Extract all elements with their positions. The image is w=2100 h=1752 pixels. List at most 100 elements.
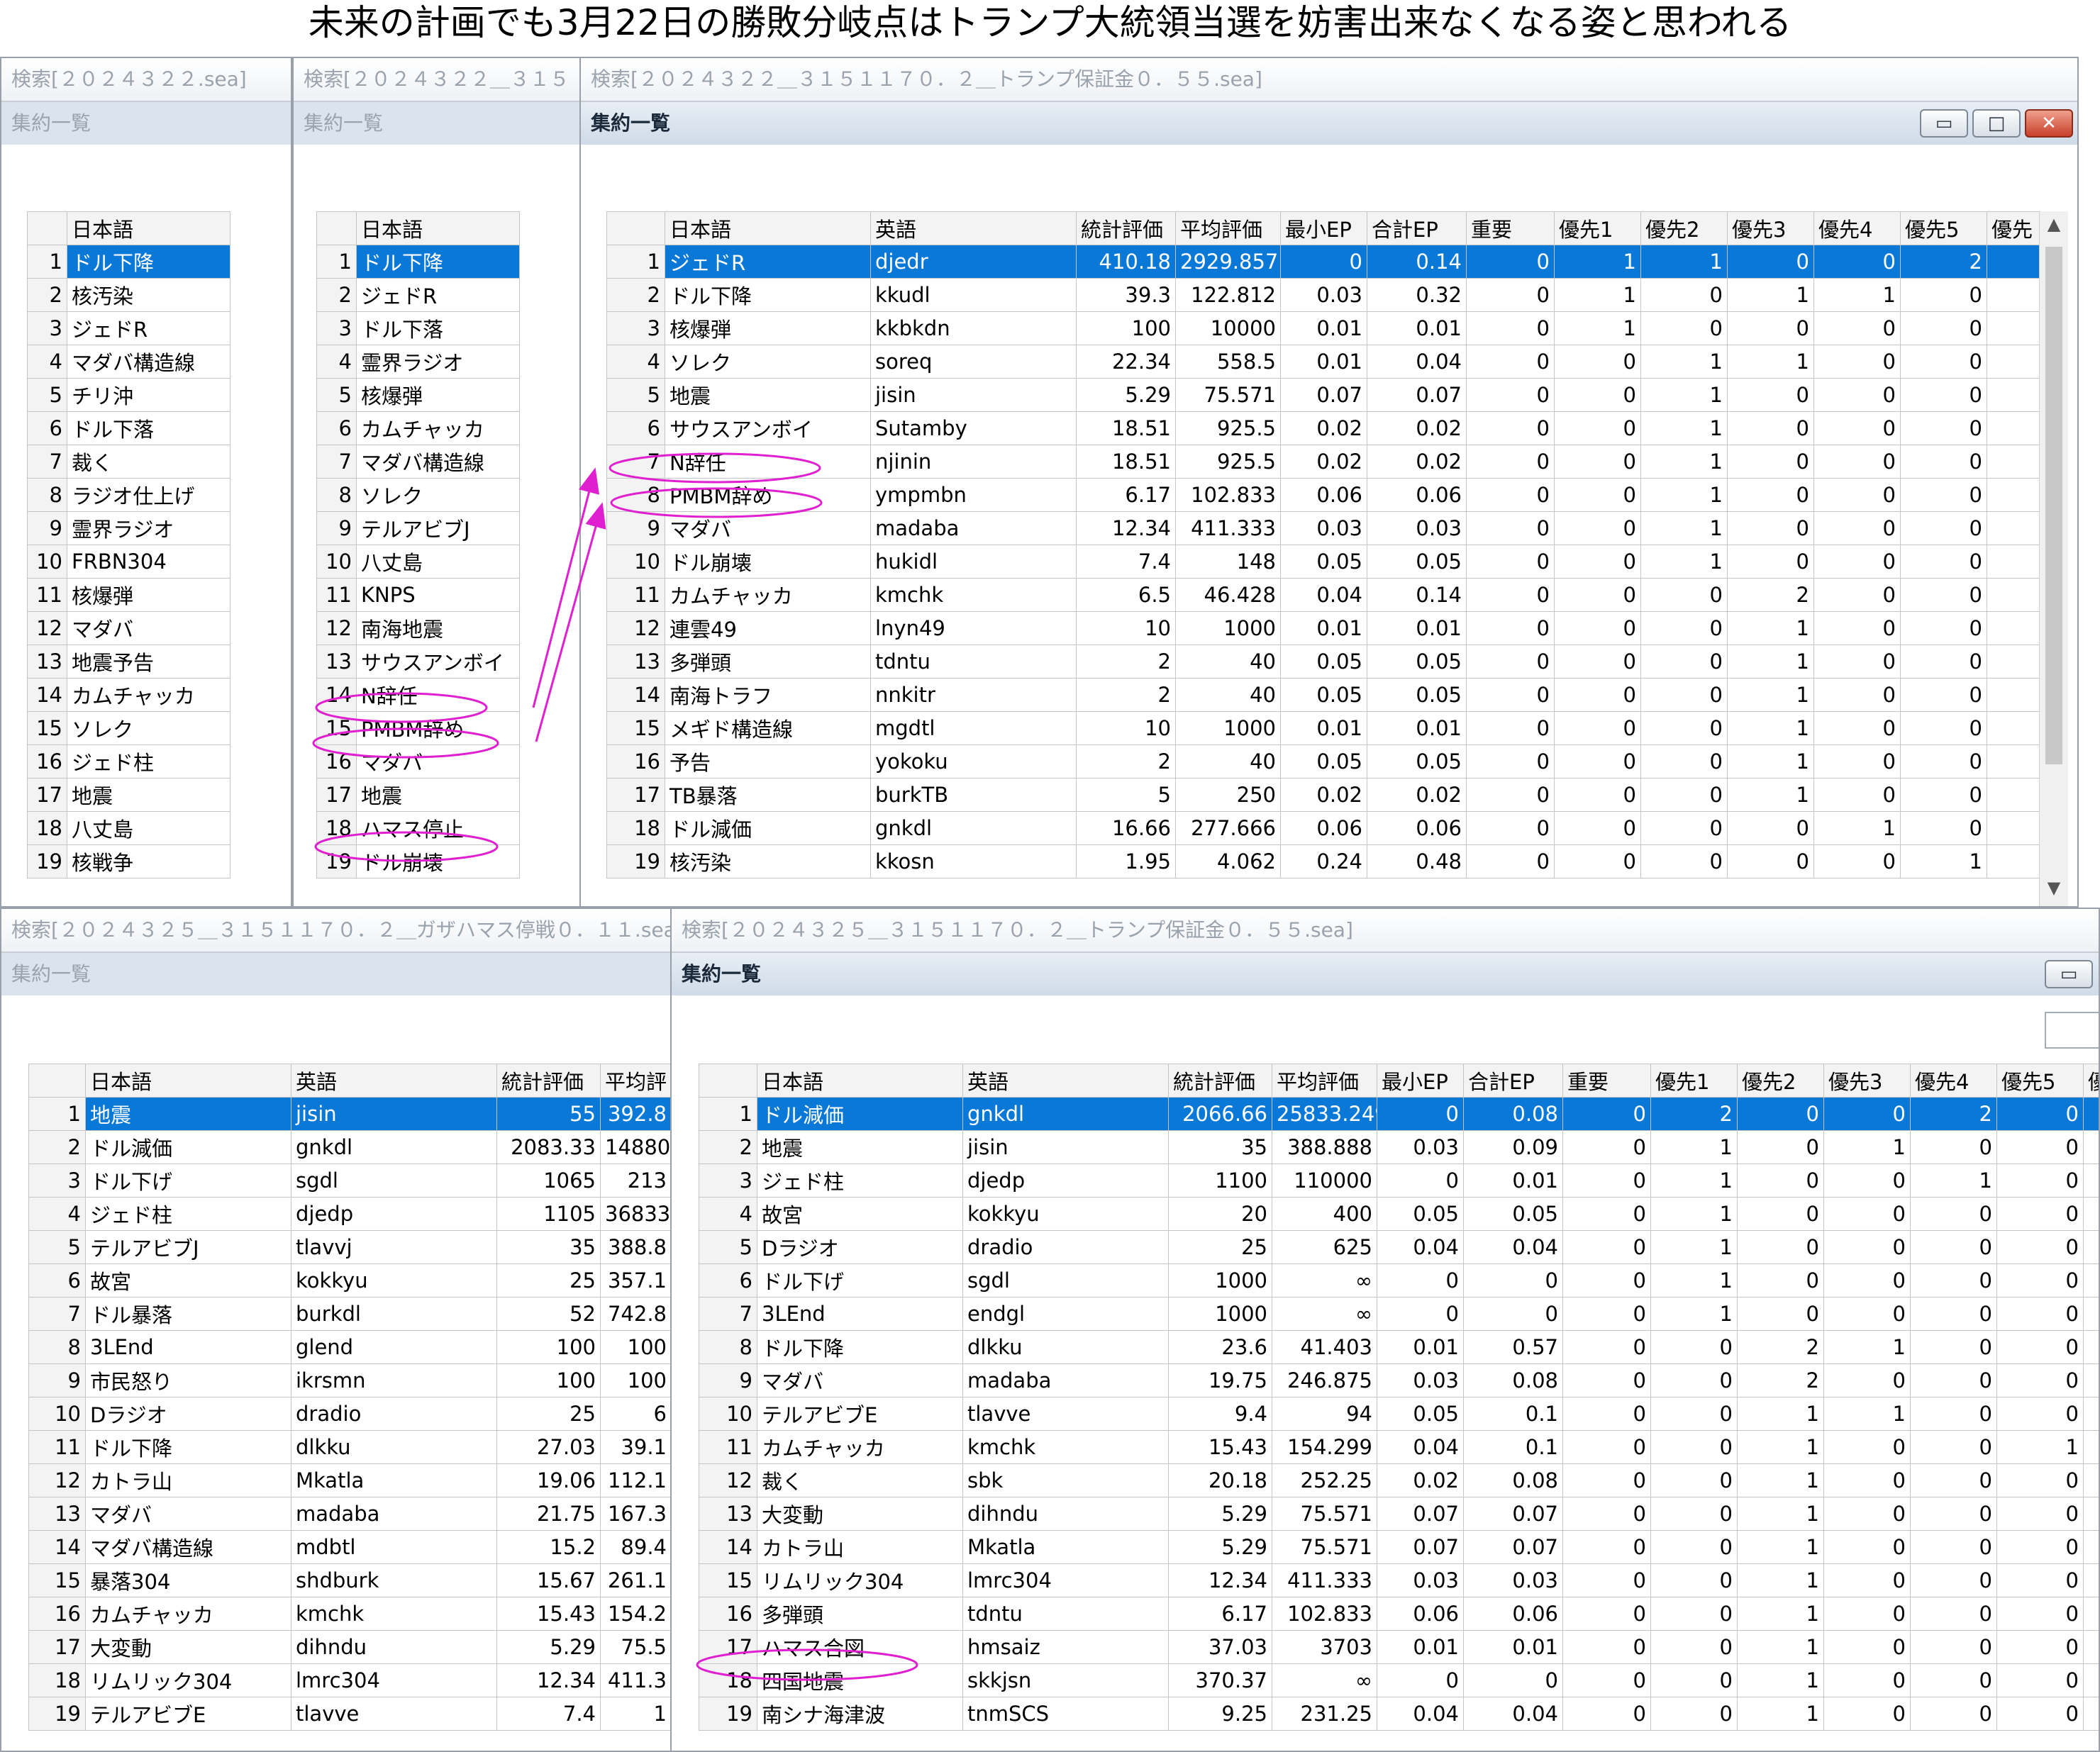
row-number-cell[interactable]: 16: [27, 744, 67, 779]
table-cell[interactable]: ympmbn: [870, 478, 1077, 512]
summary-table[interactable]: 日本語英語統計評価平均評価最小EP合計EP重要優先1優先2優先3優先4優先5優1…: [699, 1064, 2099, 1731]
table-cell[interactable]: 0: [1910, 1563, 1997, 1597]
table-cell[interactable]: 0: [1466, 445, 1555, 479]
search-window-1[interactable]: 検索[２０２４３２２.sea] 集約一覧 日本語 1 ドル下降 2 核汚染 3 ジェドR 4 マ…: [0, 57, 292, 908]
table-cell[interactable]: 0: [1996, 1497, 2084, 1531]
table-cell[interactable]: 核汚染: [67, 278, 230, 312]
table-cell[interactable]: 0: [1554, 678, 1641, 712]
row-number-cell[interactable]: 18: [699, 1663, 757, 1697]
column-header[interactable]: 合計EP: [1463, 1064, 1563, 1098]
table-cell[interactable]: 21.75: [496, 1497, 601, 1531]
table-cell[interactable]: [1987, 811, 2044, 845]
row-number-cell[interactable]: 4: [699, 1197, 757, 1231]
table-cell[interactable]: 0.03: [1463, 1563, 1563, 1597]
table-cell[interactable]: 1: [1727, 744, 1814, 779]
row-number-cell[interactable]: 16: [699, 1597, 757, 1631]
table-cell[interactable]: 多弾頭: [757, 1597, 963, 1631]
row-number-cell[interactable]: 11: [316, 578, 357, 612]
table-cell[interactable]: yokoku: [870, 744, 1077, 779]
table-row[interactable]: 4 ソレク soreq 22.34 558.5 0.01 0.04 0 0 1 1 0 0: [606, 345, 2044, 379]
table-row[interactable]: 5 テルアビブJ tlavvj 35 388.8: [28, 1230, 672, 1264]
table-cell[interactable]: 2: [1076, 678, 1176, 712]
row-number-cell[interactable]: 1: [27, 245, 67, 279]
table-cell[interactable]: 0.05: [1367, 744, 1467, 779]
table-cell[interactable]: 261.1: [600, 1563, 672, 1597]
table-row[interactable]: 16 ジェド柱: [27, 744, 230, 779]
table-cell[interactable]: 地震予告: [67, 645, 230, 679]
table-row[interactable]: 7 ドル暴落 burkdl 52 742.8: [28, 1297, 672, 1331]
table-cell[interactable]: 1: [1640, 378, 1728, 412]
table-cell[interactable]: 0.02: [1367, 778, 1467, 812]
table-cell[interactable]: 10: [1076, 711, 1176, 745]
table-cell[interactable]: ドル下降: [356, 245, 520, 279]
table-cell[interactable]: 0: [1910, 1630, 1997, 1664]
search-window-4[interactable]: 検索[２０２４３２５＿３１５１１７０．２＿ガザハマス停戦０．１１.sea 集約一…: [0, 908, 674, 1752]
table-cell[interactable]: 400: [1272, 1197, 1377, 1231]
row-number-cell[interactable]: 10: [606, 545, 665, 579]
row-number-cell[interactable]: 12: [316, 611, 357, 645]
column-header[interactable]: 優先3: [1727, 211, 1814, 245]
table-cell[interactable]: Dラジオ: [85, 1397, 291, 1431]
table-cell[interactable]: 0: [1554, 478, 1641, 512]
table-cell[interactable]: ハマス停止: [356, 811, 520, 845]
column-header[interactable]: 平均評: [600, 1064, 672, 1098]
table-cell[interactable]: 0.04: [1463, 1230, 1563, 1264]
table-cell[interactable]: [2083, 1430, 2099, 1464]
table-cell[interactable]: 5: [1076, 778, 1176, 812]
table-cell[interactable]: [1987, 611, 2044, 645]
table-row[interactable]: 11 ドル下降 dlkku 27.03 39.1: [28, 1430, 672, 1464]
table-cell[interactable]: 55: [496, 1097, 601, 1131]
row-number-cell[interactable]: 3: [606, 311, 665, 345]
table-cell[interactable]: Dラジオ: [757, 1230, 963, 1264]
table-cell[interactable]: [2083, 1330, 2099, 1364]
table-cell[interactable]: 0.06: [1367, 811, 1467, 845]
table-row[interactable]: 13 大変動 dihndu 5.29 75.571 0.07 0.07 0 0 1 0 0 0: [699, 1497, 2099, 1531]
table-row[interactable]: 3 核爆弾 kkbkdn 100 10000 0.01 0.01 0 1 0 0 0 0: [606, 311, 2044, 345]
row-number-cell[interactable]: 16: [606, 744, 665, 779]
table-cell[interactable]: 1: [1727, 278, 1814, 312]
table-cell[interactable]: ドル下降: [85, 1430, 291, 1464]
table-cell[interactable]: 46.428: [1175, 578, 1281, 612]
table-cell[interactable]: 392.8: [600, 1097, 672, 1131]
table-cell[interactable]: djedr: [870, 245, 1077, 279]
table-cell[interactable]: [2083, 1363, 2099, 1397]
table-row[interactable]: 16 多弾頭 tdntu 6.17 102.833 0.06 0.06 0 0 1 0 0 0: [699, 1597, 2099, 1631]
table-cell[interactable]: 0: [1813, 611, 1901, 645]
table-cell[interactable]: 0: [1650, 1430, 1738, 1464]
table-row[interactable]: 19 南シナ海津波 tnmSCS 9.25 231.25 0.04 0.04 0 0 1 0 0 0: [699, 1697, 2099, 1731]
table-cell[interactable]: 大変動: [757, 1497, 963, 1531]
table-cell[interactable]: 連雲49: [665, 611, 871, 645]
row-number-cell[interactable]: 16: [28, 1597, 86, 1631]
table-cell[interactable]: 0: [1466, 811, 1555, 845]
table-cell[interactable]: 南海トラフ: [665, 678, 871, 712]
table-cell[interactable]: 0.01: [1463, 1164, 1563, 1198]
table-cell[interactable]: 12.34: [1168, 1563, 1272, 1597]
table-cell[interactable]: 0.1: [1463, 1430, 1563, 1464]
table-row[interactable]: 7 N辞任 njinin 18.51 925.5 0.02 0.02 0 0 1 0 0 0: [606, 445, 2044, 479]
column-header[interactable]: 日本語: [85, 1064, 291, 1098]
table-row[interactable]: 5 核爆弾: [316, 378, 520, 412]
table-cell[interactable]: 1: [1554, 278, 1641, 312]
table-cell[interactable]: 925.5: [1175, 445, 1281, 479]
table-cell[interactable]: 0: [1727, 811, 1814, 845]
table-cell[interactable]: 246.875: [1272, 1363, 1377, 1397]
table-cell[interactable]: 75.571: [1272, 1530, 1377, 1564]
table-cell[interactable]: 0.01: [1377, 1630, 1464, 1664]
table-cell[interactable]: dlkku: [962, 1330, 1169, 1364]
row-number-cell[interactable]: 4: [27, 345, 67, 379]
table-cell[interactable]: 0.07: [1280, 378, 1367, 412]
table-cell[interactable]: 0.24: [1280, 844, 1367, 878]
row-number-cell[interactable]: 6: [606, 411, 665, 445]
table-row[interactable]: 12 南海地震: [316, 611, 520, 645]
table-cell[interactable]: 0.06: [1280, 811, 1367, 845]
table-row[interactable]: 18 ハマス停止: [316, 811, 520, 845]
table-cell[interactable]: 1: [1640, 445, 1728, 479]
row-number-cell[interactable]: 8: [28, 1330, 86, 1364]
table-cell[interactable]: 0: [1640, 311, 1728, 345]
table-cell[interactable]: カムチャッカ: [356, 411, 520, 445]
row-number-cell[interactable]: 7: [27, 445, 67, 479]
table-cell[interactable]: マダバ: [356, 744, 520, 779]
table-cell[interactable]: [1987, 578, 2044, 612]
table-row[interactable]: 9 テルアビブJ: [316, 511, 520, 545]
row-number-cell[interactable]: 11: [699, 1430, 757, 1464]
